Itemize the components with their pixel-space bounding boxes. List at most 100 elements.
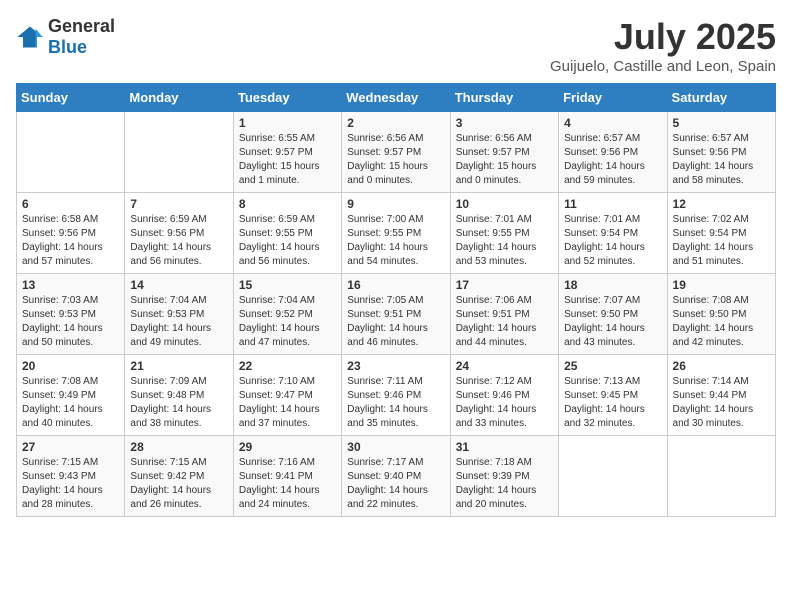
calendar-cell (667, 436, 775, 517)
cell-details: Sunrise: 7:15 AMSunset: 9:42 PMDaylight:… (130, 456, 227, 512)
main-title: July 2025 (550, 16, 776, 58)
cell-details: Sunrise: 7:09 AMSunset: 9:48 PMDaylight:… (130, 375, 227, 431)
weekday-header-row: SundayMondayTuesdayWednesdayThursdayFrid… (17, 84, 776, 112)
calendar-week-row: 1 Sunrise: 6:55 AMSunset: 9:57 PMDaylight… (17, 112, 776, 193)
cell-details: Sunrise: 7:18 AMSunset: 9:39 PMDaylight:… (456, 456, 553, 512)
cell-details: Sunrise: 7:03 AMSunset: 9:53 PMDaylight:… (22, 294, 119, 350)
calendar-cell (125, 112, 233, 193)
day-number: 6 (22, 197, 119, 211)
day-number: 25 (564, 359, 661, 373)
logo-general-text: General (48, 16, 115, 36)
calendar-cell: 17Sunrise: 7:06 AMSunset: 9:51 PMDayligh… (450, 274, 558, 355)
day-number: 30 (347, 440, 444, 454)
calendar-week-row: 13 Sunrise: 7:03 AMSunset: 9:53 PMDayligh… (17, 274, 776, 355)
day-number: 8 (239, 197, 336, 211)
day-number: 11 (564, 197, 661, 211)
day-number: 13 (22, 278, 119, 292)
day-number: 20 (22, 359, 119, 373)
calendar-cell: 10 Sunrise: 7:01 AMSunset: 9:55 PMDayligh… (450, 193, 558, 274)
calendar-cell: 15 Sunrise: 7:04 AMSunset: 9:52 PMDayligh… (233, 274, 341, 355)
day-number: 1 (239, 116, 336, 130)
calendar-cell (17, 112, 125, 193)
day-number: 2 (347, 116, 444, 130)
cell-details: Sunrise: 7:12 AMSunset: 9:46 PMDaylight:… (456, 375, 553, 431)
calendar-cell: 27 Sunrise: 7:15 AMSunset: 9:43 PMDayligh… (17, 436, 125, 517)
calendar-cell: 31Sunrise: 7:18 AMSunset: 9:39 PMDayligh… (450, 436, 558, 517)
day-number: 19 (673, 278, 770, 292)
calendar-cell: 9Sunrise: 7:00 AMSunset: 9:55 PMDaylight… (342, 193, 450, 274)
logo-icon (16, 23, 44, 51)
day-number: 12 (673, 197, 770, 211)
weekday-header: Tuesday (233, 84, 341, 112)
cell-details: Sunrise: 6:56 AMSunset: 9:57 PMDaylight:… (456, 132, 553, 188)
day-number: 10 (456, 197, 553, 211)
day-number: 14 (130, 278, 227, 292)
cell-details: Sunrise: 7:01 AMSunset: 9:54 PMDaylight:… (564, 213, 661, 269)
weekday-header: Wednesday (342, 84, 450, 112)
calendar-cell: 22 Sunrise: 7:10 AMSunset: 9:47 PMDayligh… (233, 355, 341, 436)
calendar-cell: 19 Sunrise: 7:08 AMSunset: 9:50 PMDayligh… (667, 274, 775, 355)
day-number: 15 (239, 278, 336, 292)
calendar-cell: 7 Sunrise: 6:59 AMSunset: 9:56 PMDaylight… (125, 193, 233, 274)
weekday-header: Thursday (450, 84, 558, 112)
weekday-header: Saturday (667, 84, 775, 112)
calendar-cell: 28 Sunrise: 7:15 AMSunset: 9:42 PMDayligh… (125, 436, 233, 517)
cell-details: Sunrise: 7:08 AMSunset: 9:50 PMDaylight:… (673, 294, 770, 350)
calendar-cell: 29 Sunrise: 7:16 AMSunset: 9:41 PMDayligh… (233, 436, 341, 517)
cell-details: Sunrise: 7:17 AMSunset: 9:40 PMDaylight:… (347, 456, 444, 512)
calendar-cell: 26 Sunrise: 7:14 AMSunset: 9:44 PMDayligh… (667, 355, 775, 436)
day-number: 26 (673, 359, 770, 373)
calendar-cell: 18 Sunrise: 7:07 AMSunset: 9:50 PMDayligh… (559, 274, 667, 355)
calendar-week-row: 20 Sunrise: 7:08 AMSunset: 9:49 PMDayligh… (17, 355, 776, 436)
day-number: 18 (564, 278, 661, 292)
day-number: 24 (456, 359, 553, 373)
calendar-cell (559, 436, 667, 517)
cell-details: Sunrise: 6:55 AMSunset: 9:57 PMDaylight:… (239, 132, 336, 188)
cell-details: Sunrise: 7:10 AMSunset: 9:47 PMDaylight:… (239, 375, 336, 431)
cell-details: Sunrise: 7:16 AMSunset: 9:41 PMDaylight:… (239, 456, 336, 512)
cell-details: Sunrise: 7:06 AMSunset: 9:51 PMDaylight:… (456, 294, 553, 350)
cell-details: Sunrise: 7:08 AMSunset: 9:49 PMDaylight:… (22, 375, 119, 431)
day-number: 7 (130, 197, 227, 211)
cell-details: Sunrise: 6:57 AMSunset: 9:56 PMDaylight:… (564, 132, 661, 188)
calendar-cell: 20 Sunrise: 7:08 AMSunset: 9:49 PMDayligh… (17, 355, 125, 436)
calendar-cell: 13 Sunrise: 7:03 AMSunset: 9:53 PMDayligh… (17, 274, 125, 355)
calendar-week-row: 27 Sunrise: 7:15 AMSunset: 9:43 PMDayligh… (17, 436, 776, 517)
calendar-cell: 21 Sunrise: 7:09 AMSunset: 9:48 PMDayligh… (125, 355, 233, 436)
calendar-week-row: 6 Sunrise: 6:58 AMSunset: 9:56 PMDaylight… (17, 193, 776, 274)
cell-details: Sunrise: 7:14 AMSunset: 9:44 PMDaylight:… (673, 375, 770, 431)
calendar-cell: 4 Sunrise: 6:57 AMSunset: 9:56 PMDaylight… (559, 112, 667, 193)
day-number: 3 (456, 116, 553, 130)
weekday-header: Monday (125, 84, 233, 112)
cell-details: Sunrise: 6:59 AMSunset: 9:56 PMDaylight:… (130, 213, 227, 269)
day-number: 4 (564, 116, 661, 130)
calendar-cell: 25Sunrise: 7:13 AMSunset: 9:45 PMDayligh… (559, 355, 667, 436)
calendar-cell: 1 Sunrise: 6:55 AMSunset: 9:57 PMDaylight… (233, 112, 341, 193)
calendar-cell: 30 Sunrise: 7:17 AMSunset: 9:40 PMDayligh… (342, 436, 450, 517)
day-number: 27 (22, 440, 119, 454)
cell-details: Sunrise: 6:58 AMSunset: 9:56 PMDaylight:… (22, 213, 119, 269)
cell-details: Sunrise: 7:04 AMSunset: 9:52 PMDaylight:… (239, 294, 336, 350)
calendar-cell: 24 Sunrise: 7:12 AMSunset: 9:46 PMDayligh… (450, 355, 558, 436)
cell-details: Sunrise: 7:11 AMSunset: 9:46 PMDaylight:… (347, 375, 444, 431)
cell-details: Sunrise: 7:00 AMSunset: 9:55 PMDaylight:… (347, 213, 444, 269)
cell-details: Sunrise: 6:56 AMSunset: 9:57 PMDaylight:… (347, 132, 444, 188)
day-number: 22 (239, 359, 336, 373)
calendar-cell: 14 Sunrise: 7:04 AMSunset: 9:53 PMDayligh… (125, 274, 233, 355)
day-number: 29 (239, 440, 336, 454)
day-number: 21 (130, 359, 227, 373)
title-area: July 2025 Guijuelo, Castille and Leon, S… (550, 16, 776, 75)
cell-details: Sunrise: 7:07 AMSunset: 9:50 PMDaylight:… (564, 294, 661, 350)
cell-details: Sunrise: 7:05 AMSunset: 9:51 PMDaylight:… (347, 294, 444, 350)
cell-details: Sunrise: 6:57 AMSunset: 9:56 PMDaylight:… (673, 132, 770, 188)
calendar-cell: 8 Sunrise: 6:59 AMSunset: 9:55 PMDaylight… (233, 193, 341, 274)
calendar-cell: 2 Sunrise: 6:56 AMSunset: 9:57 PMDaylight… (342, 112, 450, 193)
cell-details: Sunrise: 7:01 AMSunset: 9:55 PMDaylight:… (456, 213, 553, 269)
page-header: General Blue July 2025 Guijuelo, Castill… (16, 16, 776, 75)
calendar-cell: 5 Sunrise: 6:57 AMSunset: 9:56 PMDaylight… (667, 112, 775, 193)
cell-details: Sunrise: 7:15 AMSunset: 9:43 PMDaylight:… (22, 456, 119, 512)
cell-details: Sunrise: 6:59 AMSunset: 9:55 PMDaylight:… (239, 213, 336, 269)
day-number: 5 (673, 116, 770, 130)
day-number: 28 (130, 440, 227, 454)
cell-details: Sunrise: 7:04 AMSunset: 9:53 PMDaylight:… (130, 294, 227, 350)
